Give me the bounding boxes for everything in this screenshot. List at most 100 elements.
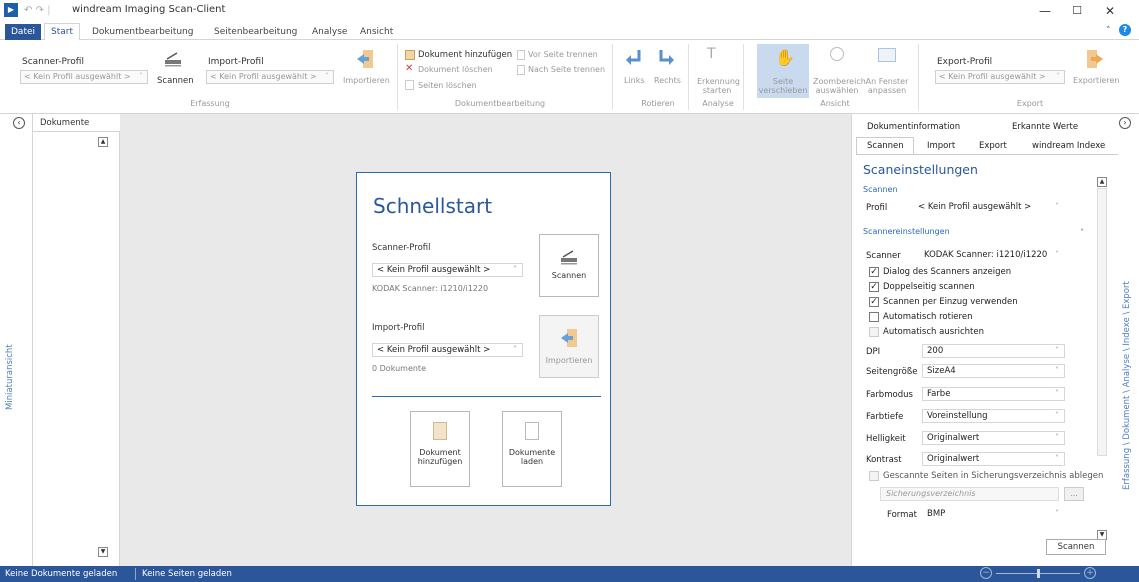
page-size-combo[interactable]: SizeA4 — [922, 364, 1065, 378]
delete-document-button[interactable]: Dokument löschen — [418, 65, 493, 74]
rotate-right-button[interactable]: Rechts — [654, 76, 681, 85]
subtab-scannen[interactable]: Scannen — [867, 141, 904, 151]
recognition-icon[interactable]: T — [707, 46, 716, 62]
scanner-combo[interactable]: KODAK Scanner: i1210/i1220 — [919, 248, 1065, 262]
hand-icon[interactable]: ✋ — [775, 48, 795, 67]
tab-start[interactable]: Start — [44, 23, 80, 41]
undo-icon[interactable]: ↶ — [24, 5, 32, 16]
add-document-icon[interactable] — [405, 50, 415, 60]
qs-import-profile-combo[interactable]: < Kein Profil ausgewählt > — [372, 343, 523, 357]
rotate-right-icon[interactable] — [657, 48, 675, 68]
ribbon-separator — [918, 44, 919, 110]
subtab-import[interactable]: Import — [927, 141, 955, 151]
scroll-up-icon[interactable]: ▲ — [98, 137, 108, 147]
import-profile-combo[interactable]: < Kein Profil ausgewählt > — [206, 70, 334, 84]
fit-window-button[interactable]: An Fenster anpassen — [863, 77, 911, 95]
delete-pages-icon[interactable] — [405, 80, 414, 90]
ribbon-export-button[interactable]: Exportieren — [1073, 76, 1119, 85]
start-recognition-button[interactable]: Erkennung starten — [697, 77, 740, 95]
qs-import-profile-label: Import-Profil — [372, 323, 425, 333]
checkbox-show-dialog[interactable]: ✓ — [869, 267, 879, 277]
subtab-export[interactable]: Export — [979, 141, 1007, 151]
tab-seitenbearbeitung[interactable]: Seitenbearbeitung — [208, 24, 303, 40]
tab-dokumentbearbeitung[interactable]: Dokumentbearbeitung — [86, 24, 199, 40]
tab-dokumente[interactable]: Dokumente — [40, 118, 89, 128]
qs-scanner-profile-label: Scanner-Profil — [372, 243, 431, 253]
app-icon[interactable]: ▶ — [4, 3, 18, 17]
collapse-right-icon[interactable]: › — [1119, 117, 1131, 129]
contrast-label: Kontrast — [866, 455, 902, 465]
maximize-button[interactable]: ☐ — [1062, 0, 1092, 22]
checkbox-duplex-label: Doppelseitig scannen — [883, 282, 975, 292]
checkbox-auto-rotate[interactable] — [869, 312, 879, 322]
panel-scroll-up-icon[interactable]: ▲ — [1097, 177, 1107, 187]
scroll-down-icon[interactable]: ▼ — [98, 547, 108, 557]
scanner-profile-combo[interactable]: < Kein Profil ausgewählt > — [20, 70, 148, 84]
contrast-combo[interactable]: Originalwert — [922, 452, 1065, 466]
section-collapse-icon[interactable]: ˄ — [1080, 228, 1084, 237]
redo-icon[interactable]: ↷ — [36, 5, 44, 16]
color-depth-combo[interactable]: Voreinstellung — [922, 409, 1065, 423]
move-page-button[interactable]: Seite verschieben — [757, 77, 809, 95]
tab-ansicht[interactable]: Ansicht — [354, 24, 399, 40]
color-mode-combo[interactable]: Farbe — [922, 387, 1065, 401]
right-vertical-label-box[interactable]: Erfassung \ Dokument \ Analyse \ Indexe … — [1122, 240, 1138, 490]
profile-label: Profil — [866, 203, 888, 213]
tab-datei[interactable]: Datei — [5, 24, 42, 40]
ribbon-import-button[interactable]: Importieren — [343, 76, 390, 85]
close-button[interactable]: ✕ — [1095, 0, 1125, 22]
panel-scan-button[interactable]: Scannen — [1046, 539, 1106, 555]
collapse-left-icon[interactable]: ‹ — [13, 117, 25, 129]
qs-add-document-button[interactable]: Dokument hinzufügen — [410, 411, 470, 487]
color-mode-label: Farbmodus — [866, 390, 913, 400]
backup-directory-input[interactable]: Sicherungsverzeichnis — [880, 487, 1059, 501]
zoom-icon[interactable] — [830, 47, 844, 61]
tab-analyse[interactable]: Analyse — [306, 24, 353, 40]
tab-erkannte-werte[interactable]: Erkannte Werte — [1012, 122, 1078, 132]
brightness-combo[interactable]: Originalwert — [922, 431, 1065, 445]
export-profile-combo[interactable]: < Kein Profil ausgewählt > — [935, 70, 1065, 84]
collapse-ribbon-icon[interactable]: ˄ — [1106, 26, 1111, 36]
scanner-icon[interactable] — [163, 50, 183, 68]
split-before-icon[interactable] — [517, 50, 525, 60]
zoom-in-icon[interactable]: + — [1084, 567, 1096, 579]
status-pages: Keine Seiten geladen — [142, 569, 232, 579]
panel-scrollbar-track[interactable] — [1097, 188, 1107, 456]
subtab-windream-indexe[interactable]: windream Indexe — [1032, 141, 1105, 151]
checkbox-auto-align[interactable] — [869, 327, 879, 337]
rotate-left-button[interactable]: Links — [624, 76, 645, 85]
export-icon[interactable] — [1085, 48, 1105, 70]
qs-scan-button[interactable]: Scannen — [539, 234, 599, 297]
qs-import-button[interactable]: Importieren — [539, 315, 599, 378]
dpi-label: DPI — [866, 347, 881, 357]
split-before-button[interactable]: Vor Seite trennen — [528, 50, 598, 59]
rotate-left-icon[interactable] — [625, 48, 643, 68]
fit-window-icon[interactable] — [878, 48, 896, 62]
checkbox-feeder[interactable]: ✓ — [869, 297, 879, 307]
thumbnail-vertical-label-box[interactable]: Miniaturansicht — [5, 310, 35, 410]
format-combo[interactable]: BMP — [922, 507, 1065, 521]
qs-load-documents-button[interactable]: Dokumente laden — [502, 411, 562, 487]
ribbon-scan-button[interactable]: Scannen — [157, 76, 194, 86]
delete-document-icon[interactable]: ✕ — [405, 64, 413, 74]
qs-load-doc-line2: laden — [520, 457, 544, 466]
split-after-icon[interactable] — [517, 65, 525, 75]
browse-button[interactable]: ... — [1064, 487, 1084, 501]
tab-dokumentinformation[interactable]: Dokumentinformation — [867, 122, 960, 132]
import-icon[interactable] — [355, 48, 375, 70]
delete-pages-button[interactable]: Seiten löschen — [418, 81, 477, 90]
add-document-button[interactable]: Dokument hinzufügen — [418, 50, 512, 60]
dpi-combo[interactable]: 200 — [922, 344, 1065, 358]
split-after-button[interactable]: Nach Seite trennen — [528, 65, 605, 74]
help-icon[interactable]: ? — [1119, 24, 1131, 36]
fit-line2: anpassen — [867, 86, 907, 95]
checkbox-backup[interactable] — [869, 471, 879, 481]
zoom-area-button[interactable]: Zoombereich auswählen — [813, 77, 866, 95]
minimize-button[interactable]: — — [1030, 0, 1060, 22]
checkbox-duplex[interactable]: ✓ — [869, 282, 879, 292]
profile-combo[interactable]: < Kein Profil ausgewählt > — [913, 200, 1065, 214]
zoom-out-icon[interactable]: − — [980, 567, 992, 579]
zoom-slider-thumb[interactable] — [1037, 569, 1040, 578]
checkbox-show-dialog-label: Dialog des Scanners anzeigen — [883, 267, 1012, 277]
qs-scanner-profile-combo[interactable]: < Kein Profil ausgewählt > — [372, 263, 523, 277]
